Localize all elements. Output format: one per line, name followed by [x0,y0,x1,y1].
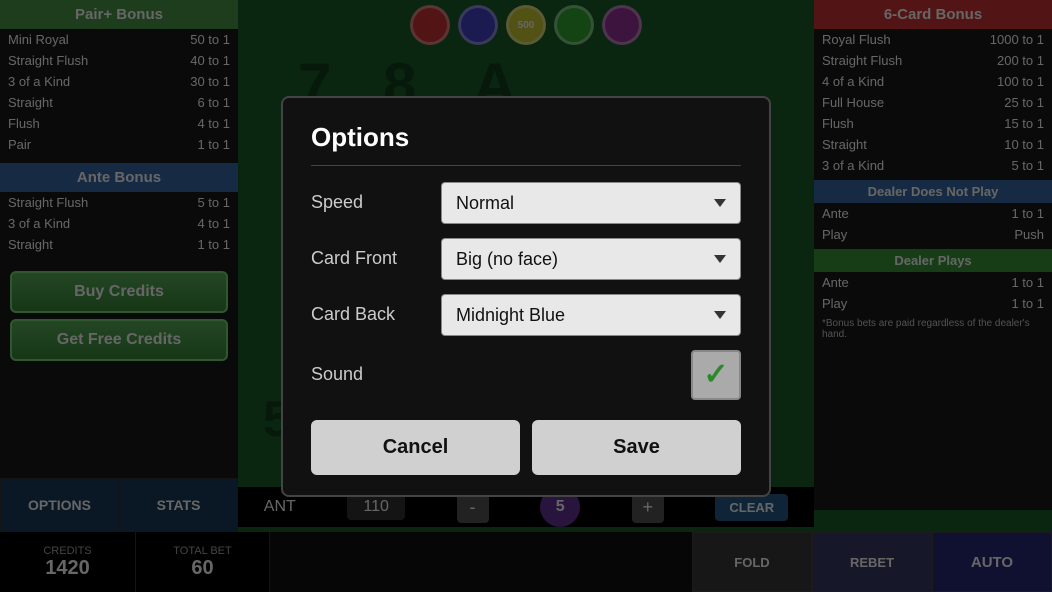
card-front-row: Card Front Big (no face) Big (face) Smal… [311,238,741,280]
speed-row: Speed Slow Normal Fast [311,182,741,224]
card-front-select[interactable]: Big (no face) Big (face) Small [441,238,741,280]
sound-checkbox[interactable]: ✓ [691,350,741,400]
sound-label: Sound [311,364,441,385]
modal-overlay: Options Speed Slow Normal Fast Card Fron… [0,0,1052,592]
cancel-button[interactable]: Cancel [311,420,520,475]
card-front-label: Card Front [311,248,441,269]
options-modal: Options Speed Slow Normal Fast Card Fron… [281,96,771,497]
sound-checkbox-wrapper: ✓ [441,350,741,400]
modal-title: Options [311,122,741,166]
checkmark-icon: ✓ [703,357,728,392]
card-back-label: Card Back [311,304,441,325]
speed-select[interactable]: Slow Normal Fast [441,182,741,224]
save-button[interactable]: Save [532,420,741,475]
speed-label: Speed [311,192,441,213]
sound-row: Sound ✓ [311,350,741,400]
card-back-select[interactable]: Midnight Blue Red Green Classic [441,294,741,336]
card-back-row: Card Back Midnight Blue Red Green Classi… [311,294,741,336]
modal-buttons: Cancel Save [311,420,741,475]
